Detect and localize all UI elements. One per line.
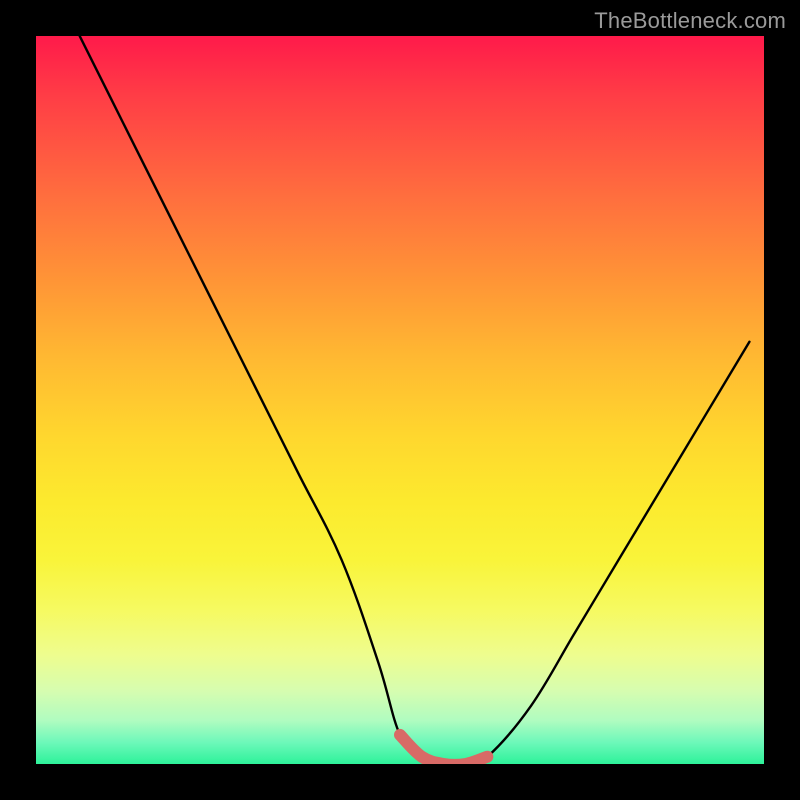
optimal-zone-path bbox=[400, 735, 487, 764]
chart-container: TheBottleneck.com bbox=[0, 0, 800, 800]
watermark-text: TheBottleneck.com bbox=[594, 8, 786, 34]
bottleneck-curve-path bbox=[80, 36, 750, 764]
plot-area bbox=[36, 36, 764, 764]
chart-svg bbox=[36, 36, 764, 764]
